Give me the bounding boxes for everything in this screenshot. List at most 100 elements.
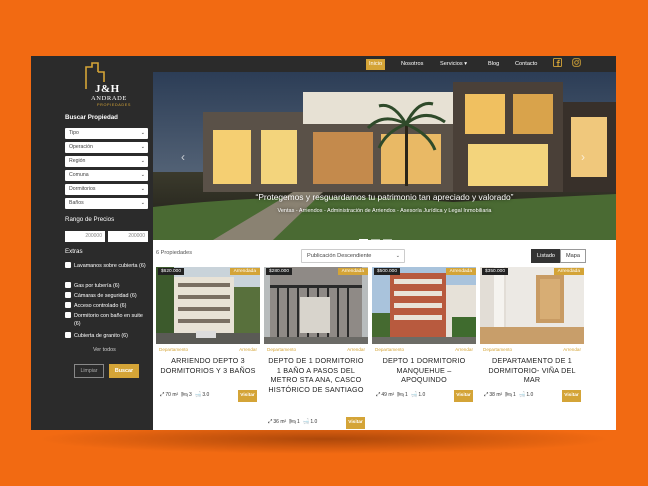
- property-features: ⤢70 m² 🛏3 🛁3.0: [160, 392, 210, 398]
- filter-region[interactable]: Región ⌄: [65, 156, 148, 167]
- browser-window: J&H ANDRADE PROPIEDADES Buscar Propiedad…: [31, 56, 616, 430]
- price-badge: $500.000: [374, 268, 401, 275]
- sidebar: J&H ANDRADE PROPIEDADES Buscar Propiedad…: [31, 56, 153, 430]
- filter-tipo[interactable]: Tipo ⌄: [65, 128, 148, 139]
- price-badge: $280.000: [266, 268, 293, 275]
- price-min-input[interactable]: 200000: [65, 231, 105, 242]
- chevron-down-icon: ⌄: [140, 172, 145, 178]
- hero-house-image: [153, 72, 616, 240]
- extras-title: Extras: [65, 248, 83, 255]
- checkbox[interactable]: [65, 302, 71, 308]
- logo-name: J&H: [95, 83, 120, 95]
- property-type: Departamento: [267, 347, 297, 352]
- status-badge: Arrendada: [445, 268, 476, 275]
- extra-checkbox[interactable]: Gas por tubería (6): [65, 282, 149, 290]
- nav-servicios[interactable]: Servicios ▾: [437, 59, 470, 70]
- checkbox[interactable]: [65, 312, 71, 318]
- top-nav: Inicio Nosotros Servicios ▾ Blog Contact…: [153, 56, 616, 72]
- view-list-button[interactable]: Listado: [531, 249, 562, 263]
- property-operation: Arrendar: [239, 347, 257, 352]
- filter-dormitorios[interactable]: Dormitorios ⌄: [65, 184, 148, 195]
- sort-select[interactable]: Publicación Descendiente ⌄: [301, 249, 405, 263]
- visitar-button[interactable]: Visitar: [346, 417, 365, 429]
- status-badge: Arrendada: [229, 268, 260, 275]
- listing-section: 6 Propiedades Publicación Descendiente ⌄ …: [153, 240, 616, 430]
- bath-icon: 🛁: [518, 392, 526, 398]
- logo[interactable]: J&H ANDRADE PROPIEDADES: [83, 62, 132, 107]
- visitar-button[interactable]: Visitar: [454, 390, 473, 402]
- bed-icon: 🛏: [180, 392, 188, 398]
- area-icon: ⤢: [484, 392, 489, 398]
- visitar-button[interactable]: Visitar: [238, 390, 257, 402]
- hero-slider: ‹ › “Protegemos y resguardamos tu patrim…: [153, 72, 616, 240]
- price-badge: $350.000: [482, 268, 509, 275]
- extra-checkbox[interactable]: Lavamanos sobre cubierta (6): [65, 262, 149, 270]
- property-features: ⤢36 m² 🛏1 🛁1.0: [268, 419, 318, 425]
- chevron-down-icon: ⌄: [140, 158, 145, 164]
- building-image: [156, 267, 260, 344]
- building-gate-image: [264, 267, 368, 344]
- property-type: Departamento: [159, 347, 189, 352]
- property-card[interactable]: $620.000 Arrendada Departamento Arrendar…: [156, 267, 260, 430]
- property-card[interactable]: $500.000 Arrendada Departamento Arrendar…: [372, 267, 476, 430]
- property-card[interactable]: $280.000 Arrendada Departamento Arrendar…: [264, 267, 368, 430]
- hero-quote: “Protegemos y resguardamos tu patrimonio…: [255, 192, 514, 202]
- checkbox[interactable]: [65, 282, 71, 288]
- nav-contacto[interactable]: Contacto: [512, 59, 540, 70]
- property-title[interactable]: ARRIENDO DEPTO 3 DORMITORIOS Y 3 BAÑOS: [160, 356, 256, 375]
- bath-icon: 🛁: [302, 419, 310, 425]
- bath-icon: 🛁: [410, 392, 418, 398]
- instagram-icon[interactable]: [572, 58, 581, 67]
- checkbox[interactable]: [65, 262, 71, 268]
- property-operation: Arrendar: [455, 347, 473, 352]
- chevron-down-icon: ⌄: [140, 186, 145, 192]
- property-photo[interactable]: $280.000 Arrendada: [264, 267, 368, 344]
- price-max-input[interactable]: 200000: [108, 231, 148, 242]
- property-title[interactable]: DEPTO 1 DORMITORIO MANQUEHUE – APOQUINDO: [376, 356, 472, 385]
- property-card[interactable]: $350.000 Arrendada Departamento Arrendar…: [480, 267, 584, 430]
- buscar-button[interactable]: Buscar: [109, 364, 139, 378]
- property-operation: Arrendar: [563, 347, 581, 352]
- ver-todos-link[interactable]: Ver todos: [93, 347, 116, 353]
- property-type: Departamento: [483, 347, 513, 352]
- property-title[interactable]: DEPARTAMENTO DE 1 DORMITORIO- VIÑA DEL M…: [484, 356, 580, 385]
- filter-operacion[interactable]: Operación ⌄: [65, 142, 148, 153]
- property-photo[interactable]: $500.000 Arrendada: [372, 267, 476, 344]
- bed-icon: 🛏: [504, 392, 512, 398]
- extra-checkbox[interactable]: Cámaras de seguridad (6): [65, 292, 149, 300]
- price-title: Rango de Precios: [65, 216, 115, 223]
- nav-nosotros[interactable]: Nosotros: [398, 59, 426, 70]
- filter-banos[interactable]: Baños ⌄: [65, 198, 148, 209]
- filter-comuna[interactable]: Comuna ⌄: [65, 170, 148, 181]
- nav-blog[interactable]: Blog: [485, 59, 502, 70]
- bed-icon: 🛏: [288, 419, 296, 425]
- chevron-down-icon: ⌄: [395, 253, 400, 259]
- search-title: Buscar Propiedad: [65, 114, 118, 121]
- extra-checkbox[interactable]: Dormitorio con baño en suite (6): [65, 312, 149, 328]
- area-icon: ⤢: [160, 392, 165, 398]
- property-photo[interactable]: $620.000 Arrendada: [156, 267, 260, 344]
- caret-down-icon: ▾: [464, 61, 468, 67]
- property-title[interactable]: DEPTO DE 1 DORMITORIO 1 BAÑO A PASOS DEL…: [268, 356, 364, 394]
- limpiar-button[interactable]: Limpiar: [74, 364, 104, 378]
- facebook-icon[interactable]: [553, 58, 562, 67]
- logo-tagline: PROPIEDADES: [97, 103, 132, 107]
- bed-icon: 🛏: [396, 392, 404, 398]
- area-icon: ⤢: [268, 419, 273, 425]
- status-badge: Arrendada: [337, 268, 368, 275]
- next-slide-arrow[interactable]: ›: [581, 150, 585, 164]
- checkbox[interactable]: [65, 332, 71, 338]
- property-features: ⤢38 m² 🛏1 🛁1.0: [484, 392, 534, 398]
- view-map-button[interactable]: Mapa: [560, 249, 586, 263]
- chevron-down-icon: ⌄: [140, 130, 145, 136]
- interior-room-image: [480, 267, 584, 344]
- property-photo[interactable]: $350.000 Arrendada: [480, 267, 584, 344]
- extra-checkbox[interactable]: Cubierta de granito (6): [65, 332, 149, 340]
- slider-dots: [359, 228, 395, 240]
- prev-slide-arrow[interactable]: ‹: [181, 150, 185, 164]
- checkbox[interactable]: [65, 292, 71, 298]
- chevron-down-icon: ⌄: [140, 144, 145, 150]
- visitar-button[interactable]: Visitar: [562, 390, 581, 402]
- nav-inicio[interactable]: Inicio: [366, 59, 386, 70]
- extra-checkbox[interactable]: Acceso controlado (6): [65, 302, 149, 310]
